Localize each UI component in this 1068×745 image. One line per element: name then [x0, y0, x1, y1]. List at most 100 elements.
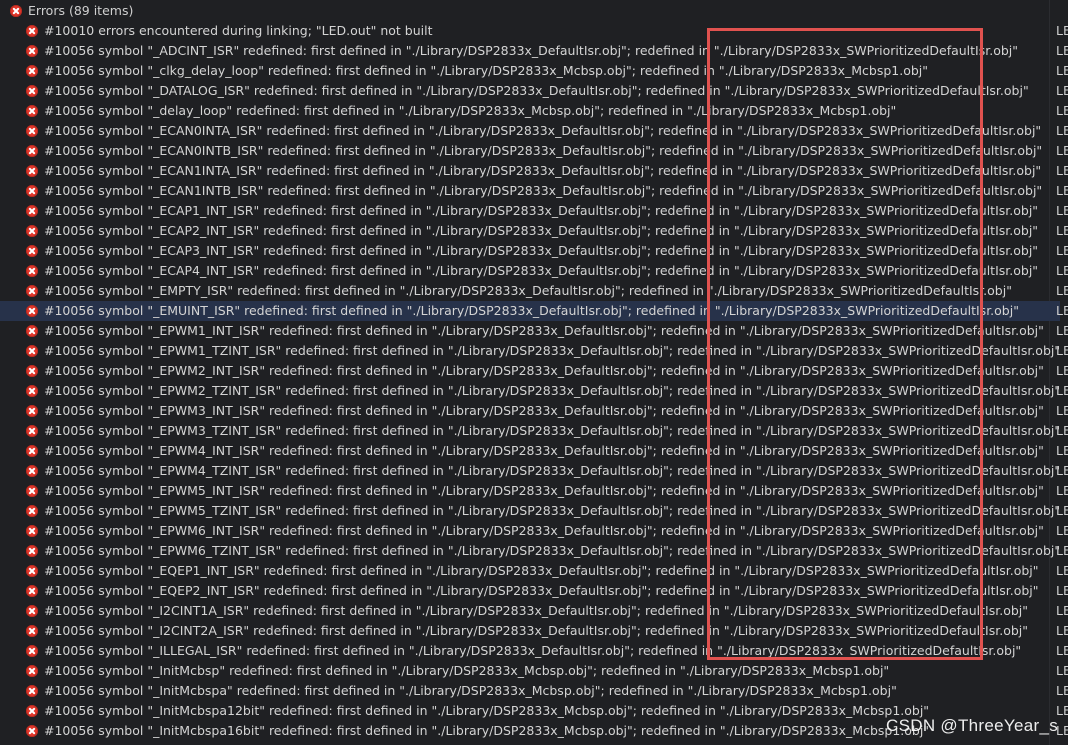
watermark: CSDN @ThreeYear_s: [886, 716, 1058, 735]
error-description: #10056 symbol "_ECAP4_INT_ISR" redefined…: [44, 263, 1039, 278]
error-row[interactable]: #10056 symbol "_EPWM4_TZINT_ISR" redefin…: [0, 461, 1068, 481]
error-icon: [26, 525, 38, 537]
error-resource: LE: [1056, 643, 1068, 658]
error-description: #10056 symbol "_EMPTY_ISR" redefined: fi…: [44, 283, 1012, 298]
error-icon: [10, 5, 22, 17]
error-icon: [26, 245, 38, 257]
error-row[interactable]: #10056 symbol "_ECAN1INTA_ISR" redefined…: [0, 161, 1068, 181]
error-row[interactable]: #10056 symbol "_EQEP2_INT_ISR" redefined…: [0, 581, 1068, 601]
error-description: #10056 symbol "_EPWM3_INT_ISR" redefined…: [44, 403, 1044, 418]
error-description: #10056 symbol "_EPWM4_TZINT_ISR" redefin…: [44, 463, 1061, 478]
error-icon: [26, 225, 38, 237]
error-icon: [26, 725, 38, 737]
error-row[interactable]: #10056 symbol "_EPWM3_TZINT_ISR" redefin…: [0, 421, 1068, 441]
error-row[interactable]: #10056 symbol "_delay_loop" redefined: f…: [0, 101, 1068, 121]
error-description: #10056 symbol "_EQEP1_INT_ISR" redefined…: [44, 563, 1039, 578]
error-icon: [26, 145, 38, 157]
error-description: #10056 symbol "_ADCINT_ISR" redefined: f…: [44, 43, 1019, 58]
problems-view: Errors (89 items) #10010 errors encounte…: [0, 0, 1068, 745]
error-row[interactable]: #10056 symbol "_ECAN1INTB_ISR" redefined…: [0, 181, 1068, 201]
error-description: #10056 symbol "_EPWM2_TZINT_ISR" redefin…: [44, 383, 1061, 398]
error-row[interactable]: #10056 symbol "_EMUINT_ISR" redefined: f…: [0, 301, 1068, 321]
error-row[interactable]: #10056 symbol "_EPWM1_INT_ISR" redefined…: [0, 321, 1068, 341]
error-description: #10056 symbol "_EQEP2_INT_ISR" redefined…: [44, 583, 1039, 598]
error-row[interactable]: #10056 symbol "_EPWM2_INT_ISR" redefined…: [0, 361, 1068, 381]
error-resource: LE: [1056, 403, 1068, 418]
error-row[interactable]: #10056 symbol "_EPWM6_TZINT_ISR" redefin…: [0, 541, 1068, 561]
error-icon: [26, 45, 38, 57]
error-resource: LE: [1056, 123, 1068, 138]
error-rows: #10010 errors encountered during linking…: [0, 21, 1068, 741]
error-icon: [26, 565, 38, 577]
error-row[interactable]: #10056 symbol "_InitMcbsp" redefined: fi…: [0, 661, 1068, 681]
error-description: #10056 symbol "_ECAP2_INT_ISR" redefined…: [44, 223, 1039, 238]
error-resource: LE: [1056, 583, 1068, 598]
error-icon: [26, 545, 38, 557]
error-row[interactable]: #10056 symbol "_EPWM6_INT_ISR" redefined…: [0, 521, 1068, 541]
error-icon: [26, 365, 38, 377]
error-row[interactable]: #10056 symbol "_I2CINT2A_ISR" redefined:…: [0, 621, 1068, 641]
error-icon: [26, 405, 38, 417]
error-resource: LE: [1056, 443, 1068, 458]
error-row[interactable]: #10056 symbol "_InitMcbspa" redefined: f…: [0, 681, 1068, 701]
error-row[interactable]: #10056 symbol "_EPWM3_INT_ISR" redefined…: [0, 401, 1068, 421]
error-row[interactable]: #10056 symbol "_I2CINT1A_ISR" redefined:…: [0, 601, 1068, 621]
error-description: #10056 symbol "_EPWM1_TZINT_ISR" redefin…: [44, 343, 1061, 358]
error-row[interactable]: #10056 symbol "_DATALOG_ISR" redefined: …: [0, 81, 1068, 101]
error-resource: LE: [1056, 363, 1068, 378]
error-description: #10056 symbol "_EPWM5_TZINT_ISR" redefin…: [44, 503, 1061, 518]
error-description: #10056 symbol "_clkg_delay_loop" redefin…: [44, 63, 929, 78]
errors-group-header[interactable]: Errors (89 items): [0, 1, 1060, 21]
error-row[interactable]: #10056 symbol "_ECAP3_INT_ISR" redefined…: [0, 241, 1068, 261]
error-description: #10056 symbol "_EPWM2_INT_ISR" redefined…: [44, 363, 1044, 378]
error-row[interactable]: #10056 symbol "_ECAP2_INT_ISR" redefined…: [0, 221, 1068, 241]
error-resource: LE: [1056, 543, 1068, 558]
error-row[interactable]: #10056 symbol "_clkg_delay_loop" redefin…: [0, 61, 1068, 81]
error-row[interactable]: #10010 errors encountered during linking…: [0, 21, 1068, 41]
error-resource: LE: [1056, 283, 1068, 298]
error-icon: [26, 165, 38, 177]
error-resource: LE: [1056, 523, 1068, 538]
error-row[interactable]: #10056 symbol "_ECAN0INTB_ISR" redefined…: [0, 141, 1068, 161]
error-row[interactable]: #10056 symbol "_ECAN0INTA_ISR" redefined…: [0, 121, 1068, 141]
error-resource: LE: [1056, 323, 1068, 338]
error-icon: [26, 705, 38, 717]
error-icon: [26, 485, 38, 497]
error-row[interactable]: #10056 symbol "_EPWM5_TZINT_ISR" redefin…: [0, 501, 1068, 521]
error-row[interactable]: #10056 symbol "_EQEP1_INT_ISR" redefined…: [0, 561, 1068, 581]
error-resource: LE: [1056, 463, 1068, 478]
error-icon: [26, 605, 38, 617]
error-icon: [26, 205, 38, 217]
error-resource: LE: [1056, 483, 1068, 498]
error-resource: LE: [1056, 263, 1068, 278]
error-resource: LE: [1056, 383, 1068, 398]
error-row[interactable]: #10056 symbol "_EPWM5_INT_ISR" redefined…: [0, 481, 1068, 501]
error-icon: [26, 445, 38, 457]
error-description: #10056 symbol "_EPWM4_INT_ISR" redefined…: [44, 443, 1044, 458]
error-row[interactable]: #10056 symbol "_EPWM4_INT_ISR" redefined…: [0, 441, 1068, 461]
error-row[interactable]: #10056 symbol "_EPWM2_TZINT_ISR" redefin…: [0, 381, 1068, 401]
error-resource: LE: [1056, 103, 1068, 118]
error-icon: [26, 65, 38, 77]
error-icon: [26, 645, 38, 657]
error-row[interactable]: #10056 symbol "_ECAP1_INT_ISR" redefined…: [0, 201, 1068, 221]
error-icon: [26, 305, 38, 317]
error-row[interactable]: #10056 symbol "_EPWM1_TZINT_ISR" redefin…: [0, 341, 1068, 361]
error-description: #10056 symbol "_I2CINT1A_ISR" redefined:…: [44, 603, 1028, 618]
error-resource: LE: [1056, 243, 1068, 258]
error-icon: [26, 625, 38, 637]
error-icon: [26, 185, 38, 197]
error-description: #10056 symbol "_ECAN0INTB_ISR" redefined…: [44, 143, 1043, 158]
error-row[interactable]: #10056 symbol "_EMPTY_ISR" redefined: fi…: [0, 281, 1068, 301]
error-resource: LE: [1056, 663, 1068, 678]
error-description: #10056 symbol "_EPWM3_TZINT_ISR" redefin…: [44, 423, 1061, 438]
error-resource: LE: [1056, 603, 1068, 618]
error-row[interactable]: #10056 symbol "_ECAP4_INT_ISR" redefined…: [0, 261, 1068, 281]
error-row[interactable]: #10056 symbol "_ADCINT_ISR" redefined: f…: [0, 41, 1068, 61]
error-icon: [26, 105, 38, 117]
error-icon: [26, 685, 38, 697]
error-resource: LE: [1056, 683, 1068, 698]
error-description: #10056 symbol "_EPWM6_INT_ISR" redefined…: [44, 523, 1044, 538]
error-resource: LE: [1056, 23, 1068, 38]
error-row[interactable]: #10056 symbol "_ILLEGAL_ISR" redefined: …: [0, 641, 1068, 661]
